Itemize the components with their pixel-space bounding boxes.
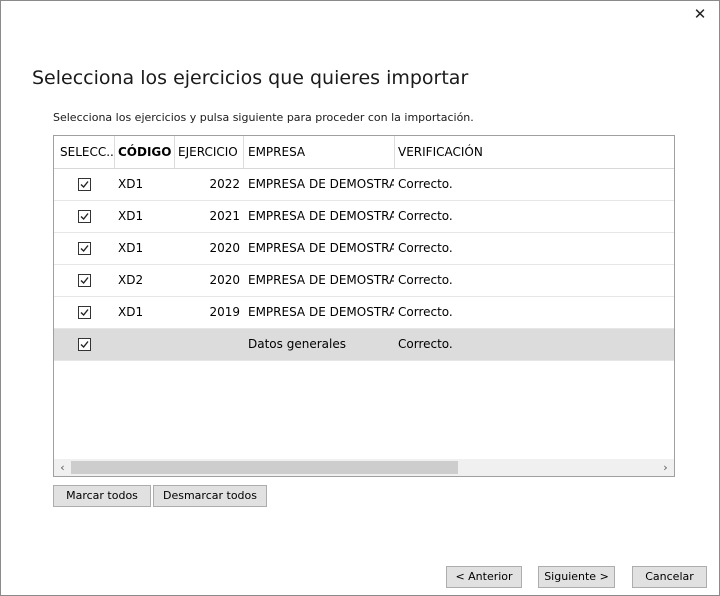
page-title: Selecciona los ejercicios que quieres im… (32, 67, 469, 89)
check-icon (80, 309, 89, 317)
cell-code: XD1 (118, 241, 144, 255)
scrollbar-thumb[interactable] (71, 461, 458, 474)
column-header-code[interactable]: CÓDIGO (114, 136, 174, 168)
check-icon (80, 213, 89, 221)
column-header-company[interactable]: EMPRESA (244, 136, 394, 168)
cell-verification: Correcto. (398, 177, 453, 191)
exercises-grid: SELECC... CÓDIGO EJERCICIO EMPRESA VERIF… (53, 135, 675, 477)
row-checkbox[interactable] (78, 338, 91, 351)
cell-verification: Correcto. (398, 273, 453, 287)
cell-code: XD2 (118, 273, 144, 287)
check-all-button[interactable]: Marcar todos (53, 485, 151, 507)
row-checkbox[interactable] (78, 210, 91, 223)
scroll-left-icon[interactable]: ‹ (54, 459, 71, 476)
cell-year: 2019 (209, 305, 240, 319)
table-row[interactable]: XD1 2022 EMPRESA DE DEMOSTRA... Correcto. (54, 169, 674, 201)
table-row[interactable]: XD1 2021 EMPRESA DE DEMOSTRA... Correcto. (54, 201, 674, 233)
row-checkbox[interactable] (78, 242, 91, 255)
previous-button[interactable]: < Anterior (446, 566, 522, 588)
cell-code: XD1 (118, 209, 144, 223)
cell-year: 2020 (209, 241, 240, 255)
row-checkbox[interactable] (78, 178, 91, 191)
row-checkbox[interactable] (78, 274, 91, 287)
cell-code (118, 329, 174, 360)
row-checkbox[interactable] (78, 306, 91, 319)
check-icon (80, 341, 89, 349)
cell-verification: Correcto. (398, 209, 453, 223)
import-dialog: ✕ Selecciona los ejercicios que quieres … (0, 0, 720, 596)
check-icon (80, 181, 89, 189)
cell-company: EMPRESA DE DEMOSTRA... (248, 273, 394, 287)
scroll-right-icon[interactable]: › (657, 459, 674, 476)
cell-verification: Correcto. (398, 337, 453, 351)
cell-company: EMPRESA DE DEMOSTRA... (248, 305, 394, 319)
column-header-select[interactable]: SELECC... (56, 136, 114, 168)
instructions-text: Selecciona los ejercicios y pulsa siguie… (53, 111, 474, 124)
cell-company: Datos generales (248, 337, 346, 351)
grid-header: SELECC... CÓDIGO EJERCICIO EMPRESA VERIF… (54, 136, 674, 169)
cell-verification: Correcto. (398, 241, 453, 255)
check-icon (80, 277, 89, 285)
cell-year: 2020 (209, 273, 240, 287)
table-row[interactable]: XD2 2020 EMPRESA DE DEMOSTRA... Correcto. (54, 265, 674, 297)
cell-company: EMPRESA DE DEMOSTRA... (248, 241, 394, 255)
column-header-verification[interactable]: VERIFICACIÓN (394, 136, 574, 168)
check-icon (80, 245, 89, 253)
cell-year (174, 329, 240, 360)
table-row[interactable]: Datos generales Correcto. (54, 329, 674, 361)
cell-verification: Correcto. (398, 305, 453, 319)
cell-code: XD1 (118, 177, 144, 191)
next-button[interactable]: Siguiente > (538, 566, 615, 588)
cell-year: 2021 (209, 209, 240, 223)
column-header-year[interactable]: EJERCICIO (174, 136, 242, 168)
cell-company: EMPRESA DE DEMOSTRA... (248, 177, 394, 191)
cell-year: 2022 (209, 177, 240, 191)
cell-code: XD1 (118, 305, 144, 319)
table-row[interactable]: XD1 2019 EMPRESA DE DEMOSTRA... Correcto. (54, 297, 674, 329)
close-icon[interactable]: ✕ (689, 3, 711, 25)
uncheck-all-button[interactable]: Desmarcar todos (153, 485, 267, 507)
cell-company: EMPRESA DE DEMOSTRA... (248, 209, 394, 223)
horizontal-scrollbar[interactable]: ‹ › (54, 459, 674, 476)
cancel-button[interactable]: Cancelar (632, 566, 707, 588)
table-row[interactable]: XD1 2020 EMPRESA DE DEMOSTRA... Correcto. (54, 233, 674, 265)
